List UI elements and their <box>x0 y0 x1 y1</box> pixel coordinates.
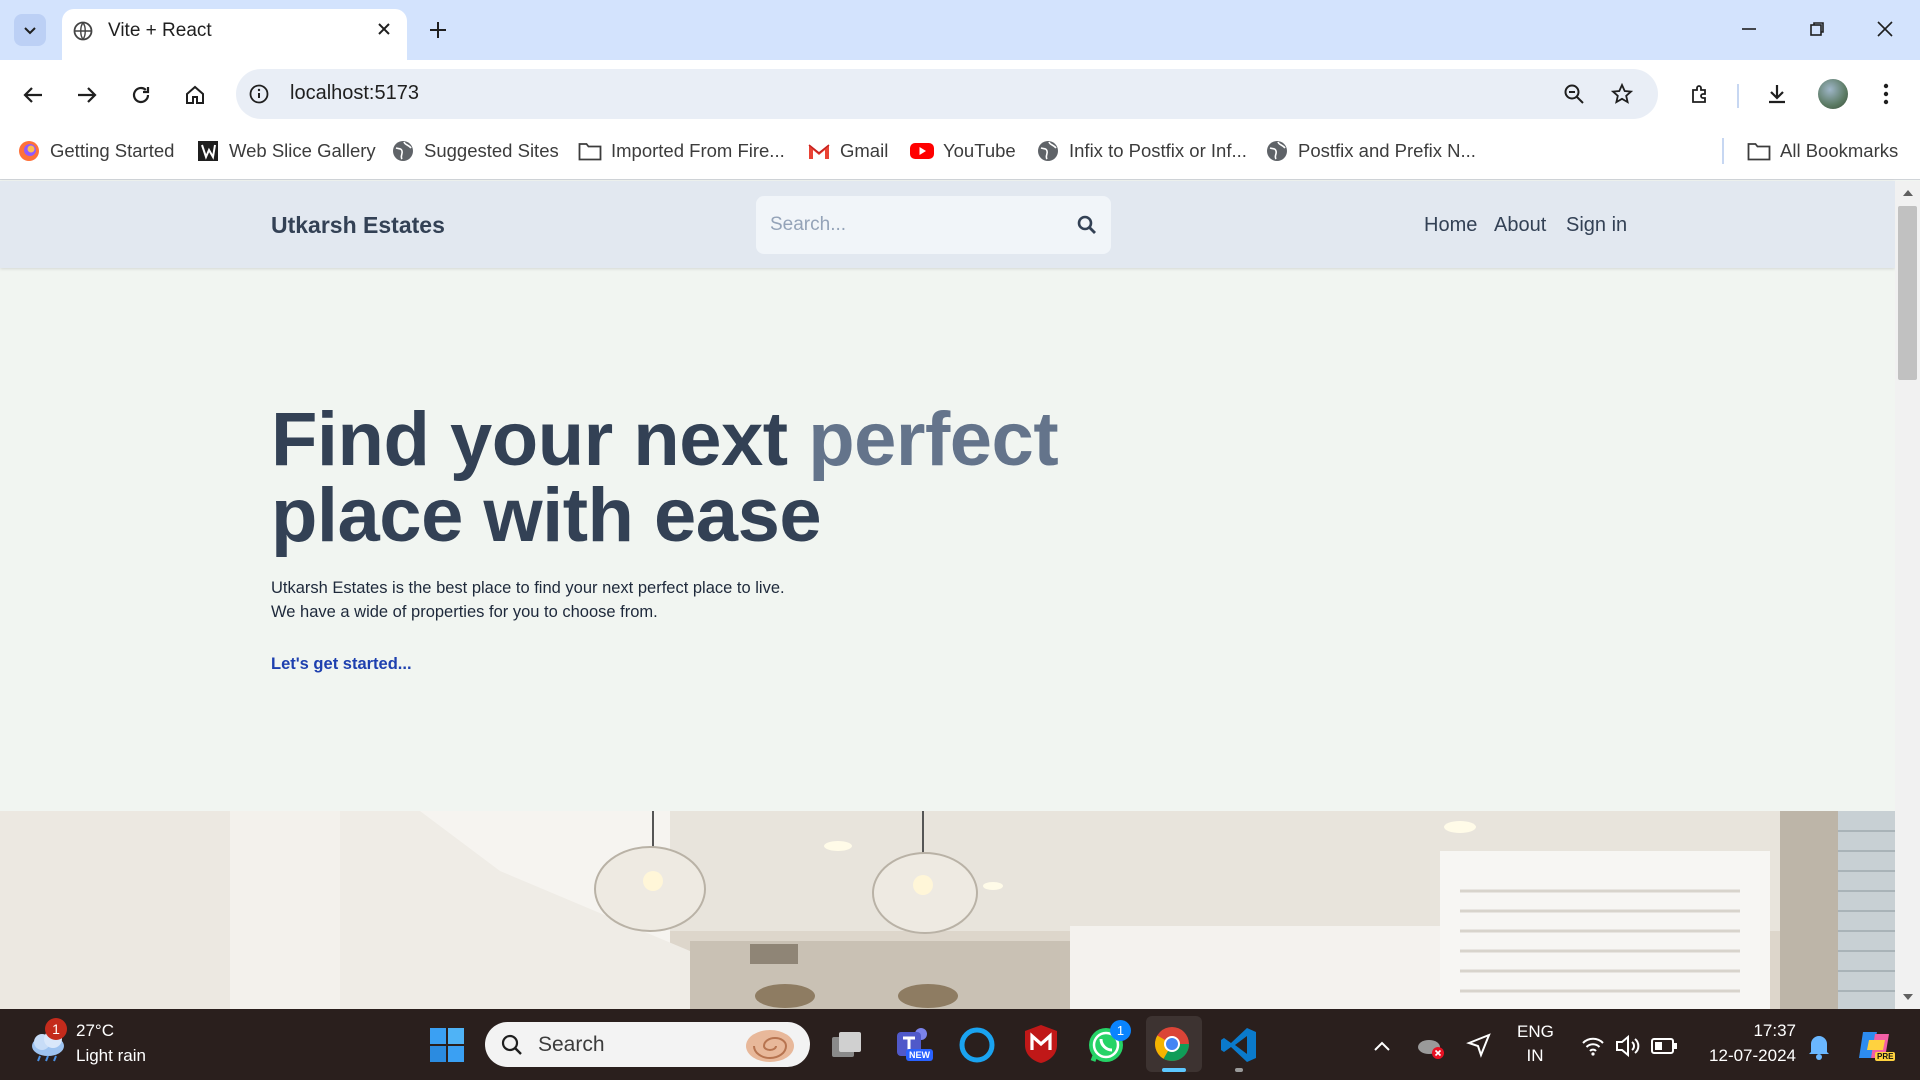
all-bookmarks-label: All Bookmarks <box>1780 140 1899 161</box>
youtube-icon <box>910 139 934 163</box>
windows-start-icon[interactable] <box>429 1027 465 1063</box>
hero-heading-line2: place with ease <box>271 473 822 558</box>
globe-icon <box>1036 139 1060 163</box>
bookmark-web-slice-gallery[interactable]: Web Slice Gallery <box>196 138 376 164</box>
gmail-icon <box>807 139 831 163</box>
volume-icon[interactable] <box>1614 1033 1642 1059</box>
get-started-link[interactable]: Let's get started... <box>271 655 412 674</box>
folder-icon <box>578 139 602 163</box>
lang-line1[interactable]: ENG <box>1517 1022 1554 1042</box>
bookmark-getting-started[interactable]: Getting Started <box>17 138 174 164</box>
kitchen-image <box>0 811 1895 1009</box>
close-tab-icon[interactable] <box>372 17 396 41</box>
bookmark-label: Gmail <box>840 140 889 161</box>
chrome-active-indicator <box>1162 1068 1186 1072</box>
lang-line2[interactable]: IN <box>1517 1046 1553 1066</box>
bookmark-imported-folder[interactable]: Imported From Fire... <box>578 138 785 164</box>
search-placeholder[interactable]: Search... <box>770 214 846 236</box>
hero-subtext-2: We have a wide of properties for you to … <box>271 603 658 621</box>
menu-kebab-icon[interactable] <box>1874 80 1898 108</box>
web-slice-icon <box>196 139 220 163</box>
bookmark-postfix-prefix[interactable]: Postfix and Prefix N... <box>1265 138 1476 164</box>
clock-date[interactable]: 12-07-2024 <box>1700 1046 1796 1066</box>
hero-subtext-1: Utkarsh Estates is the best place to fin… <box>271 579 785 597</box>
bookmark-star-icon[interactable] <box>1609 81 1635 107</box>
download-icon[interactable] <box>1763 80 1791 108</box>
bookmark-infix-postfix[interactable]: Infix to Postfix or Inf... <box>1036 138 1247 164</box>
back-icon[interactable] <box>18 80 48 110</box>
seashell-highlight-icon <box>740 1026 796 1064</box>
tab-title: Vite + React <box>108 20 212 41</box>
copilot-badge: PRE <box>1875 1052 1896 1061</box>
new-tab-icon[interactable] <box>424 16 452 44</box>
extensions-icon[interactable] <box>1686 80 1714 108</box>
whatsapp-badge: 1 <box>1110 1020 1131 1041</box>
globe-icon <box>391 139 415 163</box>
bookmark-label: Web Slice Gallery <box>229 140 376 161</box>
reload-icon[interactable] <box>126 80 156 110</box>
taskbar-search-label[interactable]: Search <box>538 1033 605 1057</box>
bookmark-label: YouTube <box>943 140 1016 161</box>
bookmark-label: Imported From Fire... <box>611 140 785 161</box>
chevron-up-icon[interactable] <box>1370 1034 1394 1058</box>
bookmark-youtube[interactable]: YouTube <box>910 138 1016 164</box>
zoom-icon[interactable] <box>1561 81 1587 107</box>
globe-icon <box>1265 139 1289 163</box>
location-icon[interactable] <box>1466 1032 1492 1058</box>
search-icon <box>499 1032 525 1058</box>
vscode-indicator <box>1235 1068 1243 1072</box>
hero-photo <box>0 811 1895 1009</box>
teams-badge: NEW <box>906 1049 933 1061</box>
forward-icon[interactable] <box>72 80 102 110</box>
wifi-icon[interactable] <box>1580 1034 1606 1058</box>
profile-avatar[interactable] <box>1818 79 1848 109</box>
notification-bell-icon[interactable] <box>1807 1032 1831 1060</box>
scrollbar-thumb[interactable] <box>1898 206 1917 380</box>
scroll-down-icon[interactable] <box>1897 990 1918 1004</box>
bookmark-suggested-sites[interactable]: Suggested Sites <box>391 138 559 164</box>
battery-icon[interactable] <box>1650 1036 1678 1056</box>
vscode-icon[interactable] <box>1219 1025 1259 1065</box>
bookmarks-divider <box>1722 138 1724 164</box>
address-bar[interactable] <box>236 69 1658 119</box>
cortana-icon[interactable] <box>957 1025 997 1065</box>
chevron-down-icon <box>24 27 36 35</box>
bookmark-label: Postfix and Prefix N... <box>1298 140 1476 161</box>
tab-search-button[interactable] <box>14 14 46 46</box>
nav-signin[interactable]: Sign in <box>1566 214 1627 237</box>
site-logo[interactable]: Utkarsh Estates <box>271 212 445 239</box>
hero-accent: perfect <box>808 397 1059 482</box>
site-info-icon[interactable] <box>246 81 272 107</box>
clock-time[interactable]: 17:37 <box>1700 1021 1796 1041</box>
onedrive-error-icon[interactable] <box>1416 1033 1446 1061</box>
scroll-up-icon[interactable] <box>1897 186 1918 200</box>
weather-desc[interactable]: Light rain <box>76 1046 146 1066</box>
url-text[interactable]: localhost:5173 <box>290 82 419 105</box>
all-bookmarks[interactable]: All Bookmarks <box>1747 138 1898 164</box>
weather-temp[interactable]: 27°C <box>76 1021 114 1041</box>
chrome-icon[interactable] <box>1152 1024 1192 1064</box>
firefox-icon <box>17 139 41 163</box>
nav-home[interactable]: Home <box>1424 214 1477 237</box>
search-icon[interactable] <box>1075 213 1099 237</box>
home-icon[interactable] <box>180 80 210 110</box>
bookmark-label: Suggested Sites <box>424 140 559 161</box>
mcafee-icon[interactable] <box>1021 1023 1061 1065</box>
close-window-icon[interactable] <box>1870 14 1900 44</box>
bookmark-gmail[interactable]: Gmail <box>807 138 888 164</box>
weather-badge: 1 <box>45 1018 67 1040</box>
folder-icon <box>1747 139 1771 163</box>
restore-icon[interactable] <box>1802 14 1832 44</box>
globe-icon <box>72 20 94 42</box>
task-view-icon[interactable] <box>828 1028 866 1062</box>
toolbar-divider <box>1737 84 1739 108</box>
nav-about[interactable]: About <box>1494 214 1546 237</box>
bookmark-label: Infix to Postfix or Inf... <box>1069 140 1247 161</box>
bookmark-label: Getting Started <box>50 140 175 161</box>
hero-heading-line1: Find your next perfect <box>271 397 1059 482</box>
minimize-icon[interactable] <box>1734 14 1764 44</box>
